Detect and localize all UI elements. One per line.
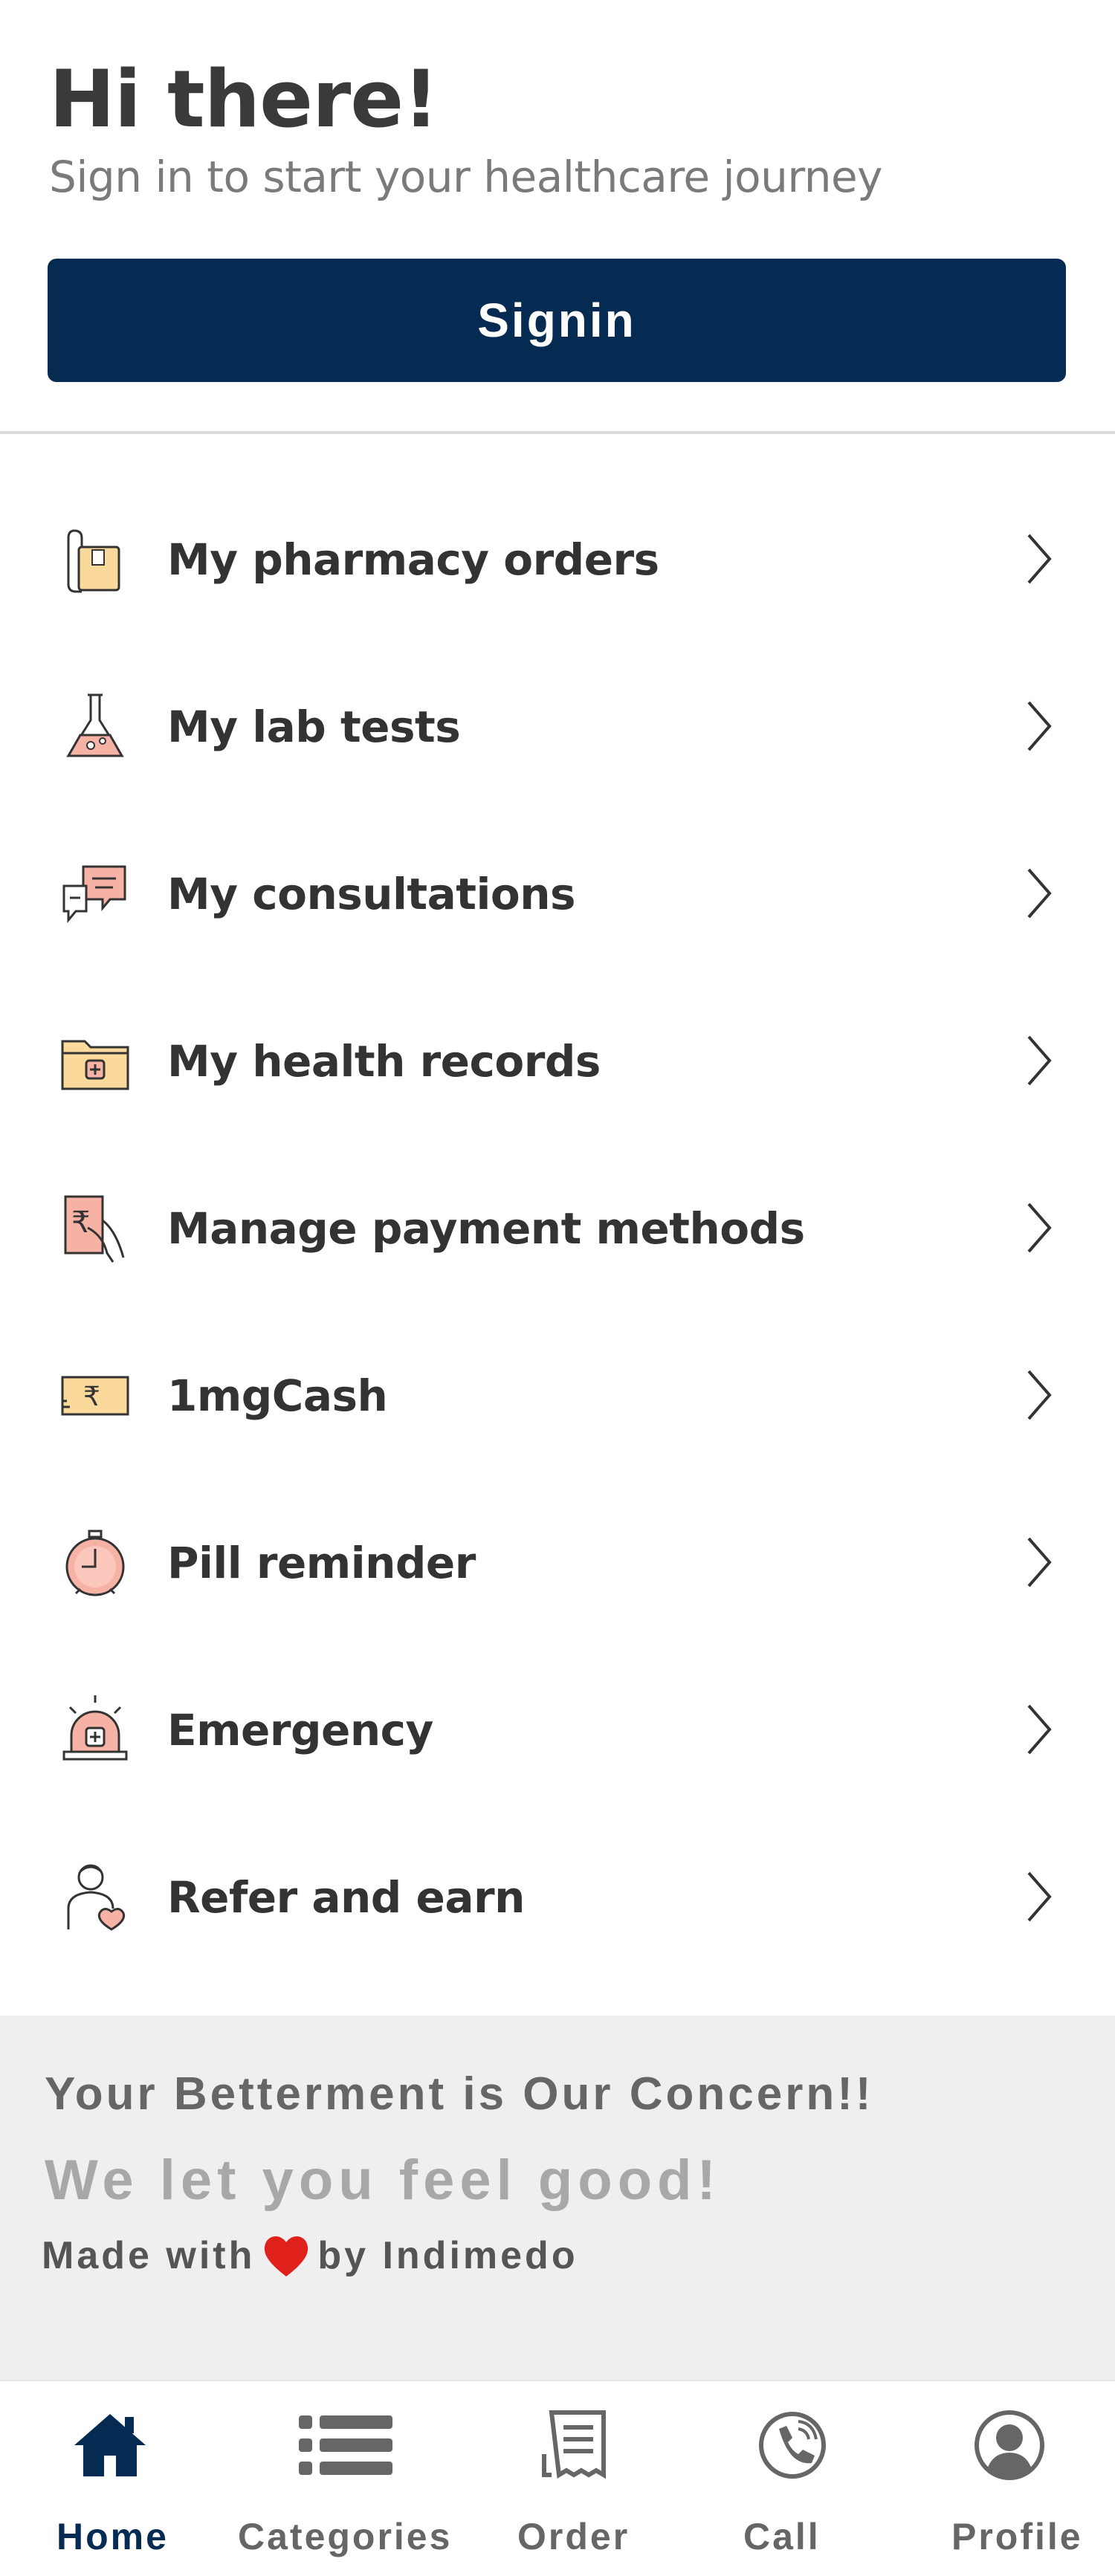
receipt-icon [541, 2410, 608, 2481]
nav-label: Home [56, 2516, 169, 2557]
footer-tagline-secondary: We let you feel good! [45, 2149, 721, 2212]
menu-item-label: Manage payment methods [167, 1203, 805, 1254]
phone-icon [757, 2410, 828, 2481]
account-menu: My pharmacy orders My lab tests My consu… [0, 476, 1115, 1981]
nav-label: Order [517, 2516, 630, 2557]
chevron-right-icon [1024, 1534, 1054, 1590]
medical-folder-icon [58, 1023, 132, 1098]
nav-home[interactable]: Home [0, 2381, 223, 2576]
siren-icon [58, 1692, 132, 1767]
menu-item-label: My health records [167, 1035, 601, 1087]
stopwatch-icon [58, 1525, 132, 1599]
nav-label: Call [743, 2516, 821, 2557]
greeting-title: Hi there! [49, 54, 439, 145]
menu-item-lab-tests[interactable]: My lab tests [0, 643, 1115, 810]
menu-item-label: Refer and earn [167, 1871, 525, 1923]
list-icon [297, 2410, 394, 2481]
menu-item-health-records[interactable]: My health records [0, 977, 1115, 1145]
svg-text:₹: ₹ [83, 1382, 100, 1412]
chevron-right-icon [1024, 1367, 1054, 1423]
menu-item-label: My pharmacy orders [167, 534, 659, 585]
chevron-right-icon [1024, 1701, 1054, 1758]
payment-hand-icon: ₹ [58, 1191, 132, 1265]
footer-banner: Your Betterment is Our Concern!! We let … [0, 2016, 1115, 2380]
lab-flask-icon [58, 689, 132, 763]
nav-profile[interactable]: Profile [892, 2381, 1115, 2576]
menu-item-label: My consultations [167, 868, 576, 919]
nav-order[interactable]: Order [453, 2381, 676, 2576]
nav-label: Profile [951, 2516, 1083, 2557]
heart-icon [262, 2233, 310, 2278]
menu-item-label: Pill reminder [167, 1537, 476, 1588]
chevron-right-icon [1024, 1200, 1054, 1256]
signin-button[interactable]: Signin [48, 259, 1066, 382]
home-icon [71, 2410, 149, 2481]
bottom-navigation: Home Categories Order Call Profile [0, 2380, 1115, 2576]
menu-item-label: 1mgCash [167, 1370, 388, 1421]
menu-item-payment-methods[interactable]: ₹ Manage payment methods [0, 1145, 1115, 1312]
menu-item-consultations[interactable]: My consultations [0, 810, 1115, 977]
greeting-subtitle: Sign in to start your healthcare journey [49, 152, 882, 202]
nav-categories[interactable]: Categories [223, 2381, 453, 2576]
chevron-right-icon [1024, 531, 1054, 587]
chevron-right-icon [1024, 698, 1054, 754]
menu-item-1mgcash[interactable]: ₹ 1mgCash [0, 1312, 1115, 1479]
chat-bubbles-icon [58, 856, 132, 931]
svg-text:₹: ₹ [71, 1206, 90, 1240]
by-indimedo-text: by Indimedo [317, 2234, 578, 2277]
made-with-credit: Made with by Indimedo [42, 2233, 578, 2278]
nav-call[interactable]: Call [676, 2381, 892, 2576]
chevron-right-icon [1024, 1868, 1054, 1925]
menu-item-label: Emergency [167, 1704, 433, 1755]
menu-item-refer-earn[interactable]: Refer and earn [0, 1813, 1115, 1981]
footer-tagline-primary: Your Betterment is Our Concern!! [45, 2068, 874, 2120]
pharmacy-bag-icon [58, 522, 132, 596]
chevron-right-icon [1024, 865, 1054, 922]
menu-item-label: My lab tests [167, 701, 461, 752]
made-with-text: Made with [42, 2234, 256, 2277]
divider [0, 431, 1115, 434]
nav-label: Categories [238, 2516, 453, 2557]
menu-item-pill-reminder[interactable]: Pill reminder [0, 1479, 1115, 1646]
menu-item-pharmacy-orders[interactable]: My pharmacy orders [0, 476, 1115, 643]
doctor-heart-icon [58, 1860, 132, 1934]
cash-note-icon: ₹ [58, 1358, 132, 1432]
menu-item-emergency[interactable]: Emergency [0, 1646, 1115, 1813]
chevron-right-icon [1024, 1032, 1054, 1089]
user-icon [974, 2410, 1045, 2481]
header: Hi there! Sign in to start your healthca… [0, 0, 1115, 434]
